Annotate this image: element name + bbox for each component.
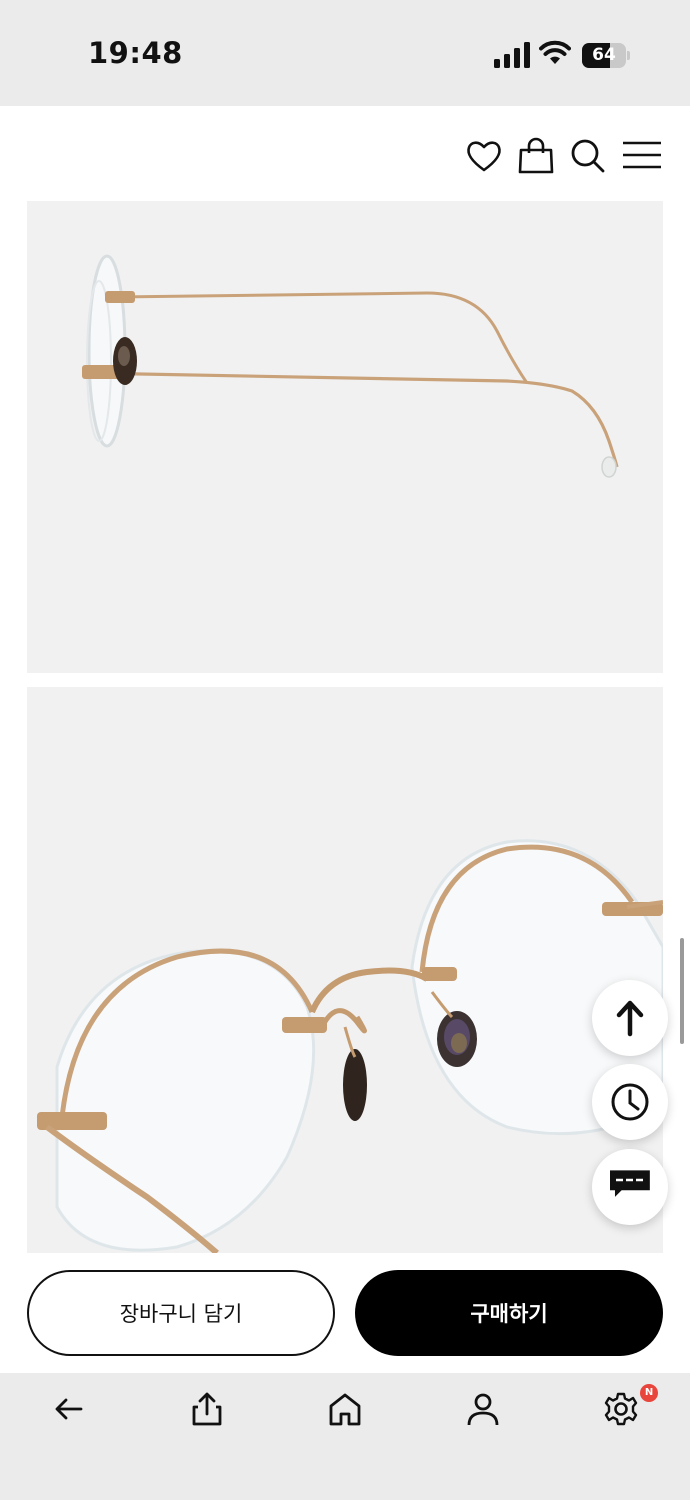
home-icon[interactable] <box>327 1391 363 1427</box>
cellular-signal-icon <box>494 42 530 68</box>
search-icon[interactable] <box>568 136 608 176</box>
recent-history-button[interactable] <box>592 1064 668 1140</box>
purchase-bar: 장바구니 담기 구매하기 <box>0 1253 690 1373</box>
scroll-top-button[interactable] <box>592 980 668 1056</box>
buy-now-button[interactable]: 구매하기 <box>355 1270 663 1356</box>
clock-icon <box>611 1083 649 1121</box>
user-icon[interactable] <box>465 1391 501 1427</box>
product-image-front <box>27 687 663 1253</box>
battery-icon: 64 <box>582 43 630 68</box>
site-header <box>0 106 690 201</box>
glasses-side-illustration <box>82 254 619 478</box>
glasses-front-illustration <box>37 839 663 1253</box>
scroll-indicator[interactable] <box>680 938 684 1044</box>
wifi-icon <box>539 40 571 64</box>
settings-notification-badge: N <box>640 1384 658 1402</box>
gear-icon[interactable] <box>603 1391 639 1427</box>
shopping-bag-icon[interactable] <box>516 136 556 176</box>
arrow-up-icon <box>616 1000 644 1037</box>
hamburger-menu-icon[interactable] <box>622 136 662 176</box>
add-to-cart-button[interactable]: 장바구니 담기 <box>27 1270 335 1356</box>
chat-button[interactable] <box>592 1149 668 1225</box>
status-time: 19:48 <box>88 36 183 70</box>
bottom-navigation <box>0 1373 690 1500</box>
share-icon[interactable] <box>189 1391 225 1427</box>
heart-icon[interactable] <box>464 136 504 176</box>
product-image-side <box>27 201 663 673</box>
battery-level: 64 <box>592 45 616 65</box>
back-arrow-icon[interactable] <box>51 1391 87 1427</box>
status-bar: 19:48 64 <box>0 0 690 106</box>
chat-icon <box>610 1170 650 1197</box>
